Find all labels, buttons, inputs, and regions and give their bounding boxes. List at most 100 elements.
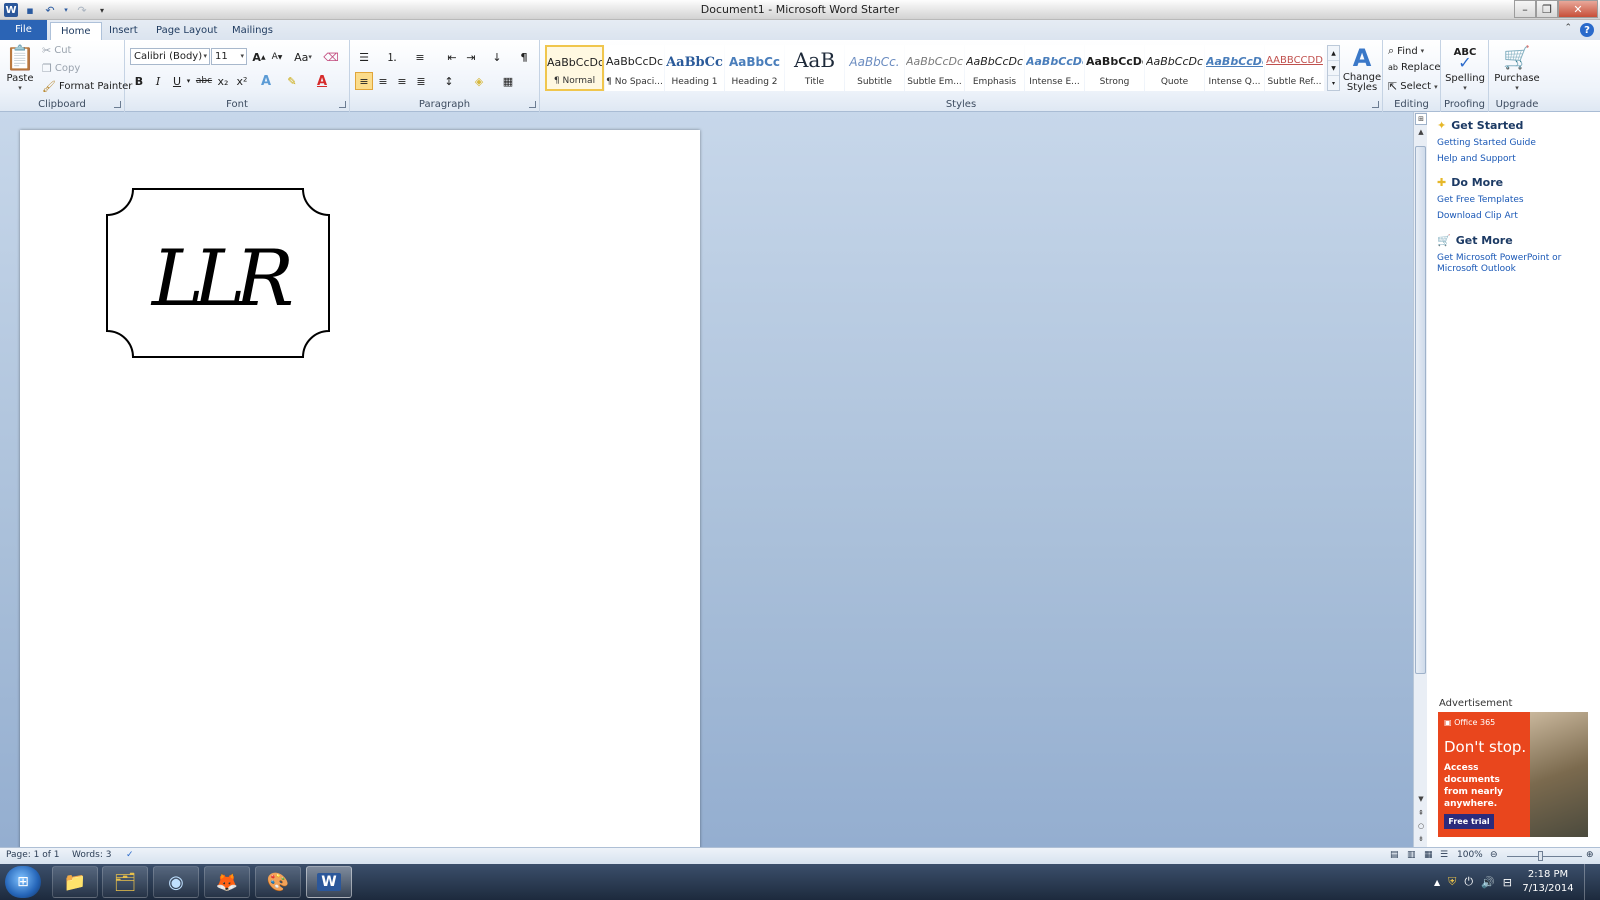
find-button[interactable]: ⌕ Find ▾ (1388, 44, 1424, 58)
sort-icon[interactable]: ↓ (488, 48, 506, 66)
bold-button[interactable]: B (130, 72, 148, 90)
subscript-button[interactable]: x₂ (214, 72, 232, 90)
monogram-frame[interactable]: LLR (105, 187, 331, 359)
save-icon[interactable]: ▪ (22, 2, 38, 18)
web-layout-icon[interactable]: ▦ (1424, 850, 1433, 860)
close-button[interactable]: ✕ (1558, 0, 1598, 18)
change-case-button[interactable]: Aa ▾ (292, 48, 314, 66)
change-styles-button[interactable]: A Change Styles (1343, 43, 1381, 93)
show-desktop-button[interactable] (1584, 864, 1596, 900)
spelling-button[interactable]: ABC ✓ Spelling ▾ (1445, 43, 1485, 93)
strikethrough-button[interactable]: abc (195, 72, 213, 90)
proofing-status-icon[interactable]: ✓ (126, 850, 134, 860)
italic-button[interactable]: I (149, 72, 167, 90)
page-count[interactable]: Page: 1 of 1 (6, 850, 60, 860)
scroll-down-icon[interactable]: ▼ (1415, 793, 1427, 805)
clip-art-link[interactable]: Download Clip Art (1437, 211, 1597, 222)
paste-button[interactable]: 📋 Paste ▾ (4, 43, 36, 92)
font-size-select[interactable]: 11 ▾ (211, 48, 247, 65)
style-heading-2[interactable]: AaBbCc Heading 2 (725, 45, 784, 91)
decrease-indent-icon[interactable]: ⇤ (443, 48, 461, 66)
get-powerpoint-outlook-link[interactable]: Get Microsoft PowerPoint or Microsoft Ou… (1437, 253, 1597, 275)
zoom-slider-thumb[interactable] (1538, 851, 1543, 861)
tab-insert[interactable]: Insert (99, 22, 148, 40)
word-logo-icon[interactable]: W (4, 3, 18, 17)
font-launcher-icon[interactable] (339, 101, 346, 108)
security-icon[interactable]: ⛨ (1448, 875, 1456, 889)
media-app-icon[interactable]: ◉ (153, 866, 199, 898)
cut-button[interactable]: ✂ Cut (42, 44, 71, 57)
help-support-link[interactable]: Help and Support (1437, 154, 1597, 165)
copy-button[interactable]: ❐ Copy (42, 62, 80, 75)
style-subtitle[interactable]: AaBbCc. Subtitle (845, 45, 904, 91)
align-center-icon[interactable]: ≡ (374, 72, 392, 90)
tab-file[interactable]: File (0, 20, 47, 40)
restore-button[interactable]: ❐ (1536, 0, 1558, 18)
font-color-icon[interactable]: A (313, 72, 331, 90)
ruler-toggle-icon[interactable]: ⊞ (1415, 113, 1427, 125)
free-trial-button[interactable]: Free trial (1444, 814, 1494, 829)
format-painter-button[interactable]: 🖌 Format Painter (42, 80, 132, 93)
paint-icon[interactable]: 🎨 (255, 866, 301, 898)
zoom-slider[interactable] (1507, 856, 1582, 857)
align-right-icon[interactable]: ≡ (393, 72, 411, 90)
start-button[interactable]: ⊞ (5, 866, 41, 898)
network-icon[interactable]: ⊟ (1503, 876, 1512, 889)
style-intense-quote[interactable]: AaBbCcDc Intense Q... (1205, 45, 1264, 91)
style-quote[interactable]: AaBbCcDc Quote (1145, 45, 1204, 91)
style-normal[interactable]: AaBbCcDc ¶ Normal (545, 45, 604, 91)
font-family-select[interactable]: Calibri (Body) ▾ (130, 48, 210, 65)
volume-icon[interactable]: 🔊 (1481, 876, 1495, 889)
underline-dropdown-icon[interactable]: ▾ (184, 72, 193, 90)
increase-indent-icon[interactable]: ⇥ (462, 48, 480, 66)
select-button[interactable]: ⇱ Select ▾ (1388, 80, 1438, 93)
file-manager-icon[interactable]: 🗂 (102, 866, 148, 898)
grow-font-icon[interactable]: A ▲ (250, 48, 268, 66)
gallery-up-icon[interactable]: ▲ (1328, 46, 1339, 61)
scroll-up-icon[interactable]: ▲ (1415, 126, 1427, 138)
print-layout-view-icon[interactable]: ▤ (1390, 850, 1399, 860)
replace-button[interactable]: ab Replace (1388, 62, 1441, 73)
bullets-icon[interactable]: ☰ (355, 48, 373, 66)
shading-icon[interactable]: ◈ (470, 72, 488, 90)
undo-dropdown-icon[interactable]: ▾ (62, 2, 70, 18)
styles-launcher-icon[interactable] (1372, 101, 1379, 108)
style-no-spacing[interactable]: AaBbCcDc ¶ No Spaci... (605, 45, 664, 91)
previous-page-icon[interactable]: ⇞ (1415, 807, 1427, 819)
multilevel-list-icon[interactable]: ≡ (411, 48, 429, 66)
tab-page-layout[interactable]: Page Layout (146, 22, 227, 40)
getting-started-guide-link[interactable]: Getting Started Guide (1437, 138, 1597, 149)
power-icon[interactable]: ⏻ (1464, 875, 1473, 889)
style-subtle-reference[interactable]: AABBCCDD Subtle Ref... (1265, 45, 1324, 91)
word-taskbar-icon[interactable]: W (306, 866, 352, 898)
style-subtle-emphasis[interactable]: AaBbCcDc Subtle Em... (905, 45, 964, 91)
document-page[interactable]: LLR (20, 130, 700, 850)
next-page-icon[interactable]: ⇟ (1415, 833, 1427, 845)
tab-mailings[interactable]: Mailings (222, 22, 283, 40)
browse-object-icon[interactable]: ○ (1415, 820, 1427, 832)
windows-explorer-icon[interactable]: 📁 (52, 866, 98, 898)
show-hidden-icons-icon[interactable]: ▲ (1434, 878, 1440, 887)
justify-icon[interactable]: ≣ (412, 72, 430, 90)
borders-icon[interactable]: ▦ (499, 72, 517, 90)
style-title[interactable]: AaB Title (785, 45, 844, 91)
vertical-scrollbar[interactable]: ⊞ ▲ ▼ ⇞ ○ ⇟ (1413, 112, 1427, 847)
clipboard-launcher-icon[interactable] (114, 101, 121, 108)
style-strong[interactable]: AaBbCcDc Strong (1085, 45, 1144, 91)
tab-home[interactable]: Home (50, 22, 102, 40)
paragraph-launcher-icon[interactable] (529, 101, 536, 108)
word-count[interactable]: Words: 3 (72, 850, 111, 860)
minimize-button[interactable]: – (1514, 0, 1536, 18)
redo-icon[interactable]: ↷ (74, 2, 90, 18)
superscript-button[interactable]: x² (233, 72, 251, 90)
full-screen-reading-icon[interactable]: ▥ (1407, 850, 1416, 860)
clear-formatting-icon[interactable]: ⌫ (322, 48, 340, 66)
style-intense-emphasis[interactable]: AaBbCcDc Intense E... (1025, 45, 1084, 91)
free-templates-link[interactable]: Get Free Templates (1437, 195, 1597, 206)
collapse-ribbon-icon[interactable]: ⌃ (1564, 23, 1572, 37)
zoom-in-icon[interactable]: ⊕ (1586, 850, 1594, 860)
style-emphasis[interactable]: AaBbCcDc Emphasis (965, 45, 1024, 91)
show-formatting-marks-icon[interactable]: ¶ (515, 48, 533, 66)
align-left-icon[interactable]: ≡ (355, 72, 373, 90)
gallery-down-icon[interactable]: ▼ (1328, 61, 1339, 76)
